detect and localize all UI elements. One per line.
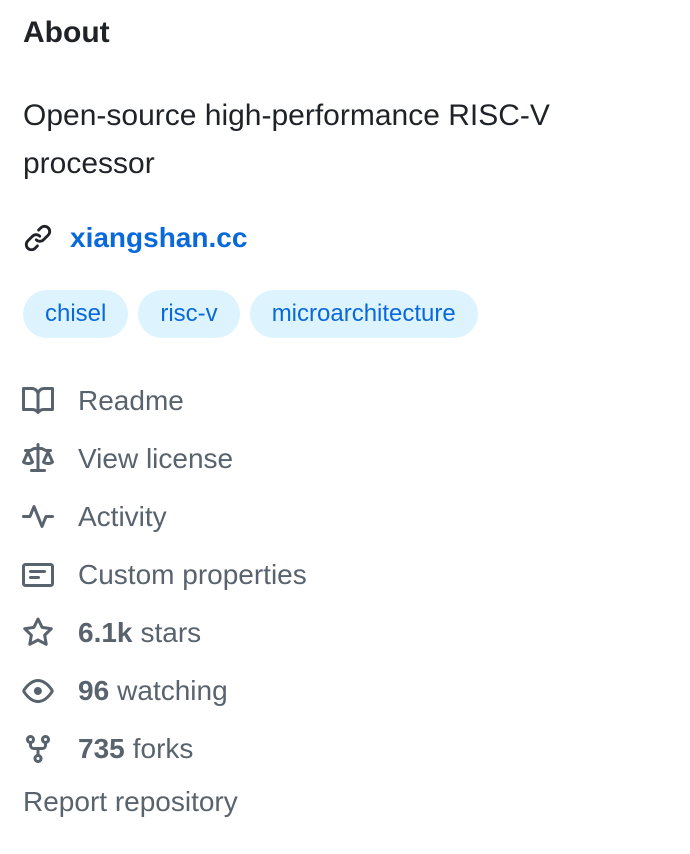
readme-link[interactable]: Readme	[21, 372, 307, 430]
stars-link[interactable]: 6.1k stars	[21, 604, 307, 662]
repo-forked-icon	[21, 732, 55, 766]
website-row: xiangshan.cc	[23, 218, 247, 258]
website-link[interactable]: xiangshan.cc	[70, 222, 247, 254]
license-link[interactable]: View license	[21, 430, 307, 488]
stars-count: 6.1k	[78, 617, 133, 648]
star-icon	[21, 616, 55, 650]
license-label: View license	[78, 443, 234, 474]
custom-properties-link[interactable]: Custom properties	[21, 546, 307, 604]
readme-label: Readme	[78, 385, 184, 416]
book-icon	[21, 384, 55, 418]
custom-properties-label: Custom properties	[78, 559, 307, 590]
link-icon	[23, 223, 53, 253]
watching-count: 96	[78, 675, 110, 706]
report-repository-link[interactable]: Report repository	[23, 786, 238, 818]
topic-chisel[interactable]: chisel	[23, 290, 129, 338]
note-icon	[21, 558, 55, 592]
eye-icon	[21, 674, 55, 708]
watchers-link[interactable]: 96 watching	[21, 662, 307, 720]
forks-link[interactable]: 735 forks	[21, 720, 307, 778]
stars-label: stars	[140, 617, 202, 648]
topics-list: chisel risc-v microarchitecture	[23, 290, 478, 338]
activity-link[interactable]: Activity	[21, 488, 307, 546]
pulse-icon	[21, 500, 55, 534]
repo-meta-list: Readme View license Activity Custom prop…	[21, 372, 307, 778]
law-icon	[21, 442, 55, 476]
repo-description: Open-source high-performance RISC-V proc…	[23, 99, 550, 180]
watching-label: watching	[117, 675, 228, 706]
about-title: About	[23, 16, 110, 49]
activity-label: Activity	[78, 501, 167, 532]
forks-label: forks	[132, 733, 194, 764]
forks-count: 735	[78, 733, 125, 764]
topic-risc-v[interactable]: risc-v	[138, 290, 240, 338]
topic-microarchitecture[interactable]: microarchitecture	[249, 290, 478, 338]
